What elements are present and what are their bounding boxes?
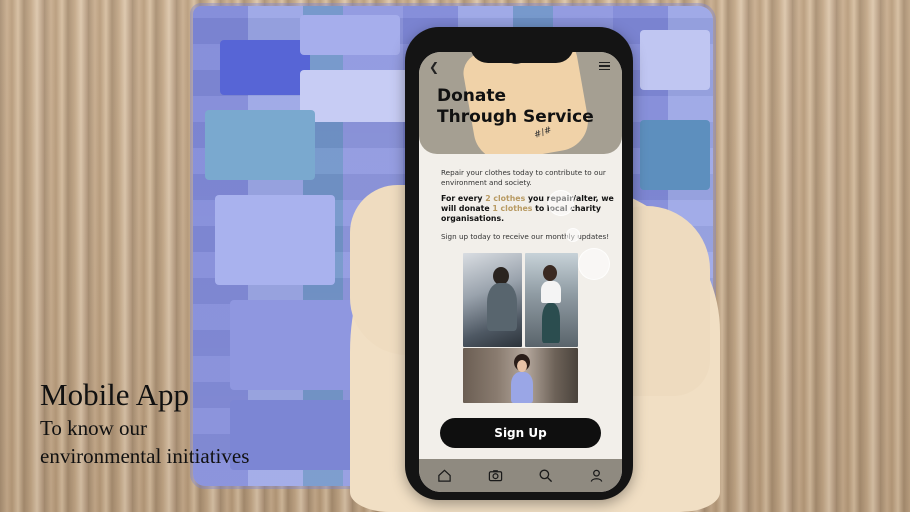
bottom-tab-bar	[419, 459, 622, 492]
person-head	[543, 265, 557, 281]
person-legs	[542, 303, 560, 343]
caption-line2: environmental initiatives	[40, 444, 250, 468]
blanket-patch	[230, 300, 360, 390]
phone-notch	[470, 27, 574, 63]
blanket-patch	[215, 195, 335, 285]
hero-banner: #/# ❮ Donate Through Service	[419, 52, 622, 154]
person-body	[487, 283, 517, 331]
page-title-line2: Through Service	[437, 107, 594, 127]
blanket-patch	[640, 30, 710, 90]
caption-title: Mobile App	[40, 377, 189, 412]
pledge-highlight1: 2 clothes	[485, 194, 526, 203]
page-title: Donate Through Service	[437, 86, 617, 128]
blanket-patch	[220, 40, 310, 95]
blanket-patch	[205, 110, 315, 180]
photo-tailor	[463, 253, 522, 347]
pledge-text: For every 2 clothes you repair/alter, we…	[441, 194, 619, 224]
pledge-part1: For every	[441, 194, 486, 203]
slide-caption: Mobile App To know our environmental ini…	[40, 376, 249, 470]
camera-icon[interactable]	[483, 465, 507, 487]
signup-note: Sign up today to receive our monthly upd…	[441, 232, 610, 241]
child-dress	[511, 372, 533, 403]
hamburger-menu-icon[interactable]	[599, 62, 610, 70]
blanket-patch	[230, 400, 370, 470]
pledge-highlight2: 1 clothes	[492, 204, 533, 213]
photo-woman	[525, 253, 578, 347]
child-face	[517, 360, 527, 372]
search-icon[interactable]	[534, 465, 558, 487]
photo-child	[463, 348, 578, 403]
page-title-line1: Donate	[437, 86, 507, 106]
person-top	[541, 281, 561, 303]
blanket-patch	[300, 70, 410, 122]
home-icon[interactable]	[432, 465, 456, 487]
blanket-patch	[640, 120, 710, 190]
blanket-patch	[300, 15, 400, 55]
caption-line1: To know our	[40, 416, 148, 440]
water-bubble	[548, 190, 574, 216]
sign-up-button[interactable]: Sign Up	[440, 418, 601, 448]
intro-text: Repair your clothes today to contribute …	[441, 168, 606, 187]
water-bubble	[578, 248, 610, 280]
profile-icon[interactable]	[585, 465, 609, 487]
chevron-left-icon[interactable]: ❮	[429, 60, 439, 74]
water-bubble	[566, 228, 580, 242]
